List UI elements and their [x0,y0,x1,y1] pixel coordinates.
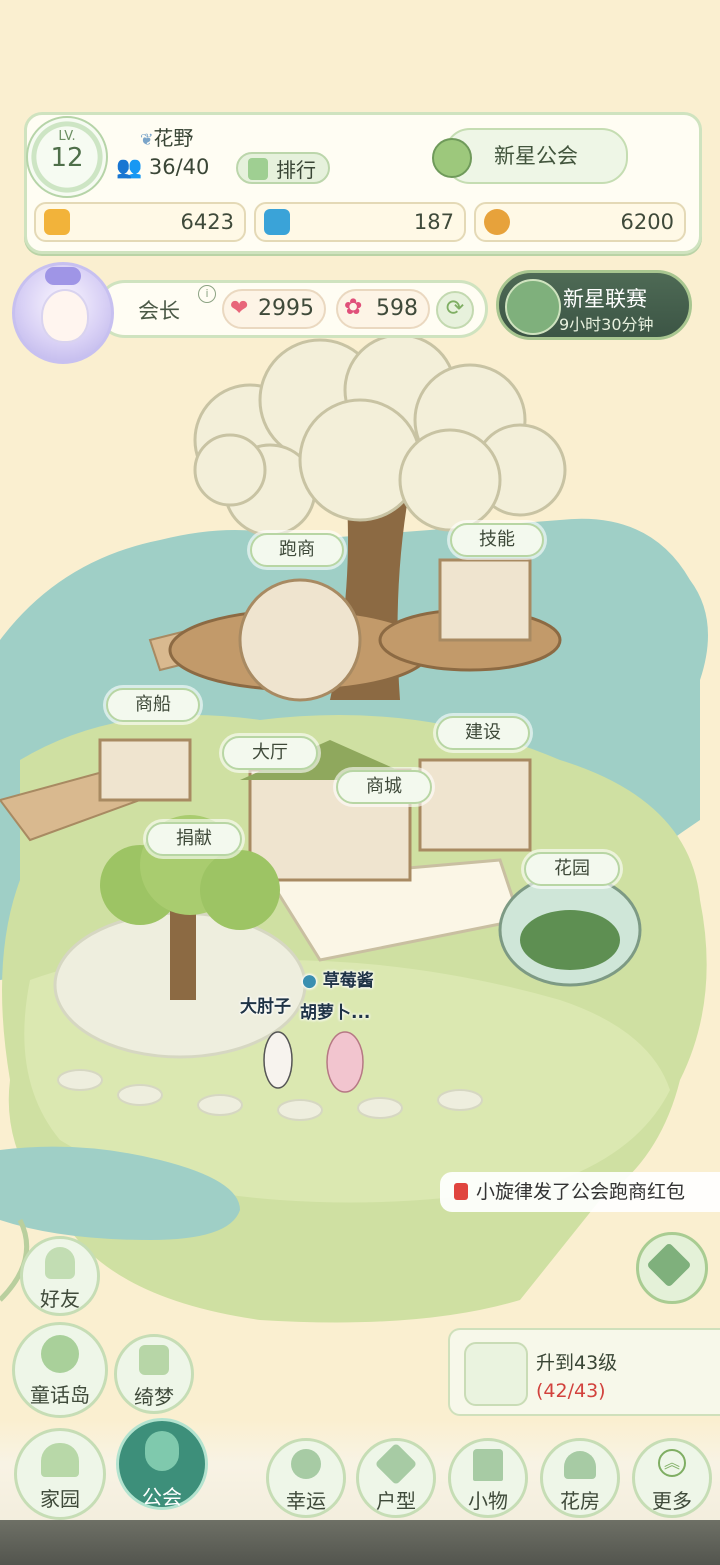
castle-icon [473,1449,503,1481]
diamond-value: 187 [413,210,454,234]
fairy-island-label: 童话岛 [30,1383,90,1407]
red-packet-icon [454,1183,468,1200]
diamond-icon [264,209,290,235]
guild-icon [145,1431,179,1471]
quest-title: 升到43级 [536,1352,618,1374]
member-count: 36/40 [148,155,210,179]
feather-icon: ❦ [140,130,154,149]
guild-title-badge[interactable]: 新星公会 [432,128,628,184]
compass-star-icon [432,138,472,178]
star-emblem-icon [505,279,561,335]
lock-icon [464,1342,528,1406]
level-tag: LV. [58,129,76,144]
trophy-icon [248,158,268,180]
greenhouse-label: 花房 [560,1489,600,1513]
medal-resource[interactable]: 6200 [474,202,686,242]
guild-label: 公会 [142,1485,182,1509]
friend-icon [45,1247,75,1279]
level-quest-card[interactable]: 升到43级 (42/43) [448,1328,720,1416]
guild-name-row: ❦花野 [140,122,193,151]
star-crystal-button[interactable] [636,1232,708,1304]
bow-icon [45,267,81,285]
building-label-trade[interactable]: 跑商 [250,533,344,567]
building-label-shop[interactable]: 商城 [336,770,432,804]
items-label: 小物 [468,1489,508,1513]
guild-title: 新星公会 [494,144,578,168]
clover-icon [41,1335,79,1373]
members-icon: 👥 [116,155,143,179]
building-label-hall[interactable]: 大厅 [222,736,318,770]
layout-label: 户型 [376,1489,416,1513]
chevron-up-icon: ︽ [658,1449,686,1477]
clover-luck-icon [291,1449,321,1479]
nav-more[interactable]: ︽ 更多 [632,1438,712,1518]
quill-icon [139,1345,169,1375]
guild-name: 花野 [153,126,194,150]
pin-icon: ● [302,971,317,991]
coin-resource[interactable]: 6423 [34,202,246,242]
player-name-1: 草莓酱 [322,971,374,991]
guild-level-badge: LV. 12 [26,116,108,198]
player-name-tag[interactable]: ● 草莓酱 [302,966,374,991]
greenhouse-icon [564,1451,596,1479]
leader-avatar[interactable] [12,262,114,364]
building-label-ship[interactable]: 商船 [106,688,200,722]
nav-greenhouse[interactable]: 花房 [540,1438,620,1518]
player-name-2[interactable]: 大肘子 [240,992,291,1017]
event-title: 新星联赛 [563,287,647,311]
fairy-island-button[interactable]: 童话岛 [12,1322,108,1418]
nav-guild[interactable]: 公会 [116,1418,208,1510]
hearts-counter[interactable]: ❤ 2995 [222,289,326,329]
flower-icon: ✿ [344,295,363,320]
medal-icon [484,209,510,235]
rank-button[interactable]: 排行 [236,152,330,184]
luck-label: 幸运 [286,1489,326,1513]
avatar-face [41,289,89,343]
event-timer: 9小时30分钟 [559,315,654,334]
flowers-value: 598 [376,296,418,321]
home-label: 家园 [40,1487,80,1511]
nav-home[interactable]: 家园 [14,1428,106,1520]
building-label-garden[interactable]: 花园 [524,852,620,886]
building-label-build[interactable]: 建设 [436,716,530,750]
nav-luck[interactable]: 幸运 [266,1438,346,1518]
building-label-donate[interactable]: 捐献 [146,822,242,856]
diamond-resource[interactable]: 187 [254,202,466,242]
notice-text: 小旋律发了公会跑商红包 [476,1181,686,1203]
building-label-skill[interactable]: 技能 [450,523,544,557]
medal-value: 6200 [620,210,674,234]
heart-icon: ❤ [230,296,249,321]
dream-button[interactable]: 绮梦 [114,1334,194,1414]
flowers-counter[interactable]: ✿ 598 [336,289,430,329]
bottom-shadow [0,1520,720,1565]
friends-button[interactable]: 好友 [20,1236,100,1316]
nav-items[interactable]: 小物 [448,1438,528,1518]
red-packet-notice[interactable]: 小旋律发了公会跑商红包 [440,1172,720,1212]
leader-role: 会长 [138,299,180,323]
guild-level: 12 [50,143,84,173]
star-crystal-icon [646,1242,692,1288]
player-name-3[interactable]: 胡萝卜... [300,998,370,1023]
quest-progress: (42/43) [536,1380,606,1402]
info-icon[interactable]: i [198,285,216,303]
coin-icon [44,209,70,235]
friends-label: 好友 [40,1287,80,1311]
dream-label: 绮梦 [134,1385,174,1409]
rank-label: 排行 [276,158,316,182]
coin-value: 6423 [180,210,234,234]
nav-layout[interactable]: 户型 [356,1438,436,1518]
more-label: 更多 [652,1489,692,1513]
league-event-button[interactable]: 新星联赛 9小时30分钟 [496,270,692,340]
refresh-icon[interactable]: ⟳ [436,291,474,329]
house-icon [41,1443,79,1477]
member-count-row: 👥 36/40 [116,155,209,180]
cube-icon [374,1442,418,1486]
hearts-value: 2995 [258,296,314,321]
